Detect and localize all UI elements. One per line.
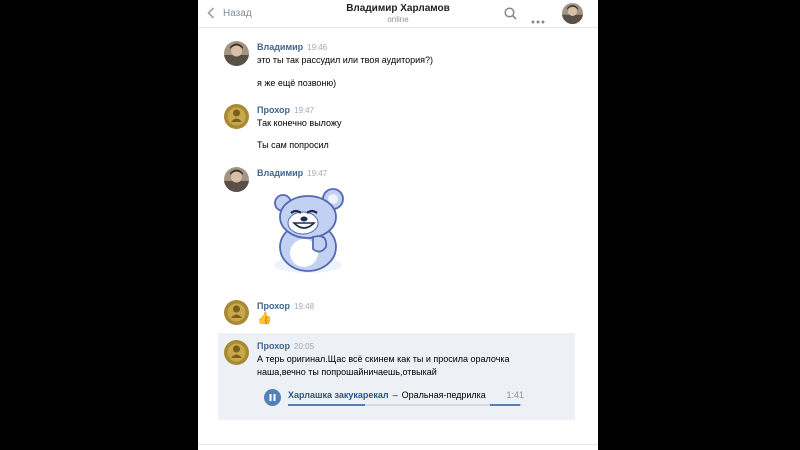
author-row: Прохор 19:48 [257,301,314,311]
message-time[interactable]: 19:47 [307,169,327,178]
search-icon [504,7,517,20]
audio-separator: – [392,390,398,400]
message: Владимир 19:46 это ты так рассудил или тв… [218,41,576,91]
audio-song-title: Оральная-педрилка [401,390,486,400]
contact-avatar[interactable] [562,3,583,24]
vladimir-photo [224,167,249,192]
avatar[interactable] [224,300,249,325]
thumbs-up-emoji: 👍 [257,311,272,325]
chat-panel: Назад Владимир Харламов online Владимир … [198,0,598,450]
audio-duration: 1:41 [506,390,524,400]
message: Прохор 19:47 Так конечно выложу Ты сам по… [218,104,576,154]
author-row: Владимир 19:46 [257,42,327,52]
prokhor-photo [224,300,249,325]
author-row: Владимир 19:47 [257,168,327,178]
pause-icon [269,394,276,401]
audio-artist[interactable]: Харлашка закукарекал [288,390,389,400]
avatar[interactable] [224,104,249,129]
message: Владимир 19:47 [218,167,576,277]
chat-header: Назад Владимир Харламов online [198,0,598,28]
message-text: Так конечно выложу [257,118,342,128]
message-time[interactable]: 19:47 [294,106,314,115]
audio-title: Харлашка закукарекал – Оральная-педрилка [288,390,486,400]
audio-attachment[interactable]: Харлашка закукарекал – Оральная-педрилка 1… [262,386,534,408]
pause-button[interactable] [264,389,281,406]
more-button[interactable] [531,11,545,29]
message-text: наша,вечно ты попрошайничаешь,отвыкай [257,367,437,377]
author-name[interactable]: Владимир [257,42,303,52]
audio-progress-fill [288,404,366,406]
vladimir-photo [224,41,249,66]
more-icon [531,20,545,24]
volume-slider[interactable] [490,404,520,406]
message-time[interactable]: 19:48 [294,302,314,311]
search-button[interactable] [504,7,517,25]
author-row: Прохор 19:47 [257,105,314,115]
prokhor-photo [224,104,249,129]
message: Прохор 19:48 👍 [218,300,576,328]
author-row: Прохор 20:05 [257,341,314,351]
message-text: А терь оригинал.Щас всё скинем как ты и … [257,354,510,364]
audio-progress-bar[interactable] [288,404,522,406]
bear-sticker-image [274,188,344,273]
author-name[interactable]: Прохор [257,301,290,311]
avatar[interactable] [224,167,249,192]
composer-divider [198,444,598,445]
message-text: Ты сам попросил [257,140,329,150]
prokhor-photo [224,340,249,365]
bear-sticker[interactable] [268,185,350,275]
message-time[interactable]: 20:05 [294,342,314,351]
contact-photo [562,3,583,24]
author-name[interactable]: Прохор [257,105,290,115]
message-time[interactable]: 19:46 [307,43,327,52]
message-text: я же ещё позвоню) [257,78,337,88]
message: Прохор 20:05 А терь оригинал.Щас всё скин… [218,340,576,420]
message-text: это ты так рассудил или твоя аудитория?) [257,55,434,65]
author-name[interactable]: Прохор [257,341,290,351]
author-name[interactable]: Владимир [257,168,303,178]
avatar[interactable] [224,41,249,66]
avatar[interactable] [224,340,249,365]
